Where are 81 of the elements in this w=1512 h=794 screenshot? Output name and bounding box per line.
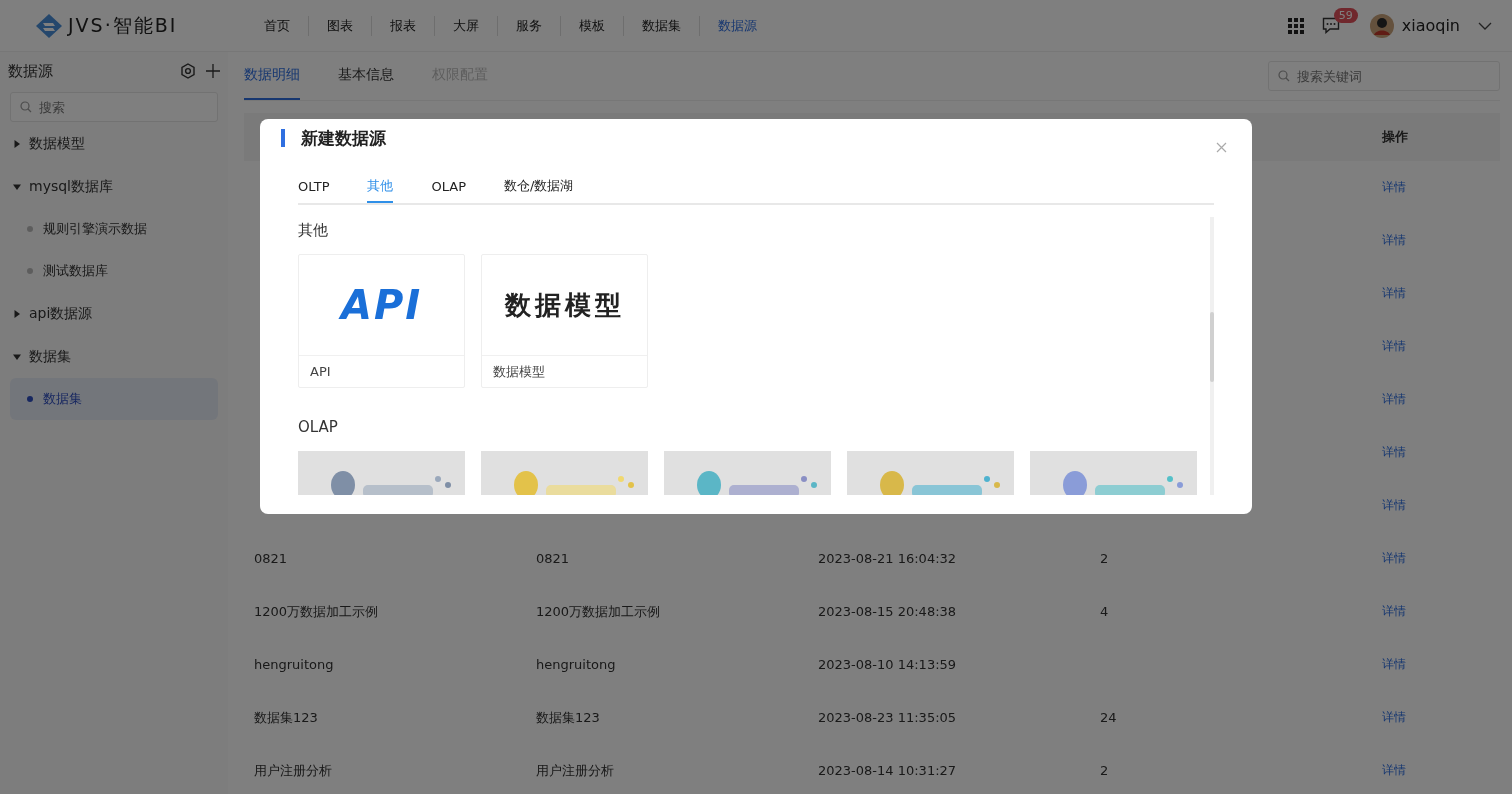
section-heading: 其他 (298, 219, 329, 241)
caret-icon[interactable] (13, 139, 21, 148)
table-cell: 0821 (254, 551, 288, 566)
tab[interactable]: 数仓/数据湖 (504, 171, 574, 203)
details-link[interactable]: 详情 (1382, 604, 1406, 618)
nav-link[interactable]: 模板 (561, 16, 623, 35)
table-cell: 数据集123 (536, 709, 600, 725)
tab[interactable]: 数据明细 (244, 52, 300, 100)
details-link[interactable]: 详情 (1382, 498, 1406, 512)
table-cell: 数据集123 (254, 709, 318, 725)
source-card[interactable]: API API (298, 254, 465, 388)
nav-link[interactable]: 首页 (246, 16, 308, 35)
nav-link[interactable]: 服务 (498, 16, 560, 35)
apps-grid-icon[interactable] (1287, 17, 1304, 34)
tree-item[interactable]: 数据集 (29, 347, 71, 366)
chevron-down-icon[interactable] (1478, 21, 1492, 30)
details-link[interactable]: 详情 (1382, 657, 1406, 671)
table-cell: 24 (1100, 710, 1117, 725)
tree-item[interactable]: 数据集 (10, 378, 218, 420)
avatar-icon[interactable] (1369, 13, 1394, 38)
tab[interactable]: 基本信息 (338, 52, 394, 100)
details-link[interactable]: 详情 (1382, 180, 1406, 194)
card-label: API (309, 363, 332, 381)
search-icon (1278, 70, 1290, 82)
sidebar-title: 数据源 (8, 61, 53, 81)
tree-item[interactable]: 数据模型 (29, 134, 85, 153)
settings-icon[interactable] (180, 63, 196, 79)
details-link[interactable]: 详情 (1382, 763, 1406, 777)
tree-item[interactable]: api数据源 (29, 304, 93, 323)
details-link[interactable]: 详情 (1382, 286, 1406, 300)
table-cell: 0821 (536, 551, 570, 566)
notification-badge: 59 (1333, 8, 1358, 23)
table-cell: 2023-08-10 14:13:59 (818, 657, 957, 672)
card-label: 数据模型 (492, 362, 546, 381)
caret-icon[interactable] (13, 352, 21, 361)
search-icon (20, 101, 32, 113)
user-name[interactable]: xiaoqin (1401, 16, 1460, 35)
nav-link[interactable]: 大屏 (435, 16, 497, 35)
table-cell: 2023-08-15 20:48:38 (818, 604, 957, 619)
nav-link[interactable]: 数据集 (624, 16, 699, 35)
table-cell: hengruitong (254, 657, 334, 672)
search-field[interactable]: 搜索 (10, 92, 218, 122)
table-cell: 2023-08-14 10:31:27 (818, 763, 957, 778)
details-link[interactable]: 详情 (1382, 445, 1406, 459)
tree-item[interactable]: 规则引擎演示数据 (10, 208, 218, 250)
tree-item[interactable]: mysql数据库 (29, 177, 113, 196)
add-icon[interactable] (206, 64, 220, 78)
table-cell: 4 (1100, 604, 1109, 619)
section-heading: OLAP (298, 417, 339, 438)
table-cell: 1200万数据加工示例 (254, 603, 379, 619)
details-link[interactable]: 详情 (1382, 233, 1406, 247)
app-title: JVS·智能BI (68, 12, 178, 38)
search-field[interactable]: 搜索关键词 (1268, 61, 1500, 91)
message-icon[interactable] (1321, 17, 1340, 34)
details-link[interactable]: 详情 (1382, 710, 1406, 724)
nav-link[interactable]: 图表 (309, 16, 371, 35)
nav-link[interactable]: 数据源 (700, 16, 775, 35)
caret-icon[interactable] (13, 309, 21, 318)
table-cell: 2 (1100, 763, 1109, 778)
tab[interactable]: 其他 (367, 171, 394, 203)
details-link[interactable]: 详情 (1382, 339, 1406, 353)
table-cell: 2023-08-23 11:35:05 (818, 710, 957, 725)
logo: API (340, 282, 423, 328)
table-cell: 2023-08-21 16:04:32 (818, 551, 957, 566)
source-card[interactable]: 数据模型 数据模型 (481, 254, 648, 388)
caret-icon[interactable] (13, 182, 21, 191)
table-cell: hengruitong (536, 657, 616, 672)
details-link[interactable]: 详情 (1382, 551, 1406, 565)
nav-link[interactable]: 报表 (372, 16, 434, 35)
table-cell: 用户注册分析 (254, 762, 332, 778)
tree-item[interactable]: 测试数据库 (10, 250, 218, 292)
tab[interactable]: OLAP (431, 171, 466, 203)
tab[interactable]: OLTP (298, 171, 330, 203)
details-link[interactable]: 详情 (1382, 392, 1406, 406)
table-cell: 1200万数据加工示例 (536, 603, 661, 619)
dialog-title: 新建数据源 (301, 126, 386, 150)
table-cell: 2 (1100, 551, 1109, 566)
table-cell: 用户注册分析 (536, 762, 614, 778)
column-header: 操作 (1381, 128, 1409, 146)
logo-icon (34, 12, 64, 39)
logo: 数据模型 (504, 288, 625, 322)
